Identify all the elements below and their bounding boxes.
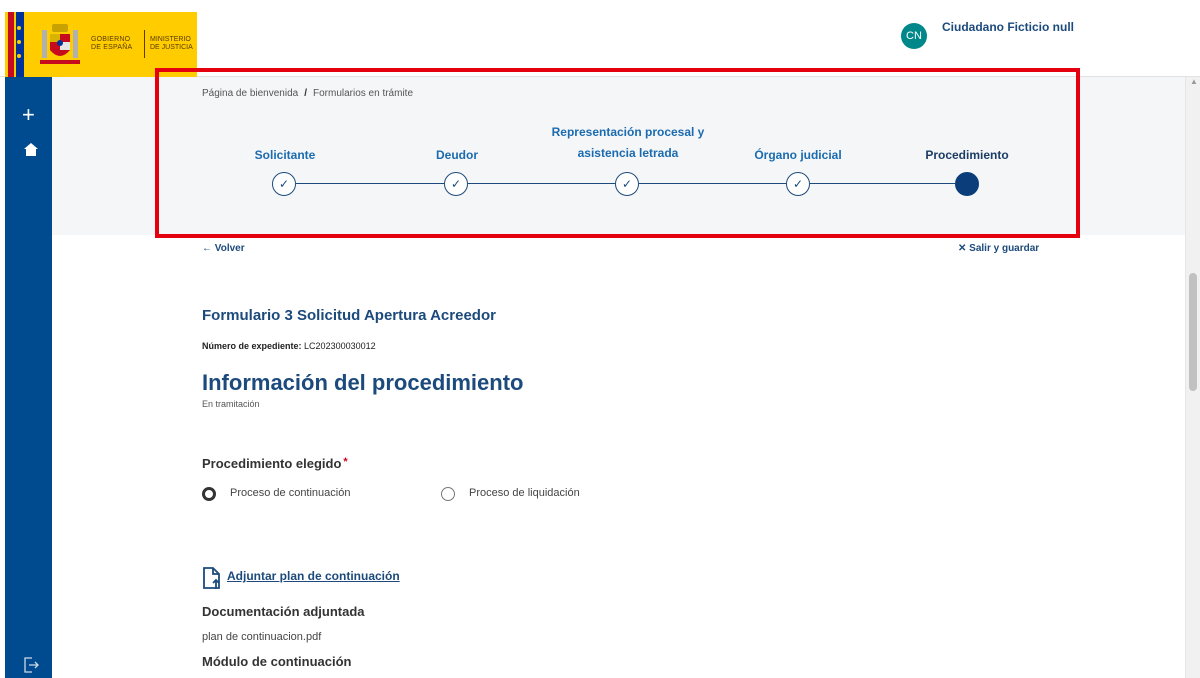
attached-file[interactable]: plan de continuacion.pdf — [202, 631, 321, 643]
flag-strip — [5, 12, 27, 77]
sidebar: + — [5, 77, 52, 678]
radio-unselected-icon[interactable] — [441, 487, 455, 501]
back-link[interactable]: ← Volver — [202, 243, 245, 254]
expediente-number: Número de expediente: LC202300030012 — [202, 341, 376, 351]
avatar[interactable]: CN — [901, 23, 927, 49]
radio-liquidacion[interactable]: Proceso de liquidación — [441, 486, 621, 502]
highlight-box — [155, 68, 1080, 238]
user-name[interactable]: Ciudadano Ficticio null — [942, 20, 1074, 34]
radio-selected-icon[interactable] — [202, 487, 216, 501]
scroll-up-icon[interactable]: ▲ — [1190, 77, 1198, 86]
coat-of-arms-icon — [40, 24, 80, 64]
ministry-text: MINISTERIO DE JUSTICIA — [150, 36, 193, 51]
vertical-scrollbar[interactable]: ▲ — [1185, 77, 1200, 678]
plus-icon[interactable]: + — [22, 104, 35, 126]
expediente-value: LC202300030012 — [304, 341, 376, 351]
logo-divider — [144, 30, 145, 58]
exit-and-save-link[interactable]: ✕ Salir y guardar — [958, 243, 1039, 254]
radio-liquidacion-label[interactable]: Proceso de liquidación — [469, 487, 580, 499]
top-header: GOBIERNO DE ESPAÑA MINISTERIO DE JUSTICI… — [0, 0, 1200, 77]
form-title: Formulario 3 Solicitud Apertura Acreedor — [202, 307, 496, 324]
file-upload-icon[interactable] — [202, 566, 222, 590]
documents-title: Documentación adjuntada — [202, 604, 365, 619]
scroll-thumb[interactable] — [1189, 273, 1197, 391]
home-icon[interactable] — [24, 143, 38, 156]
government-text: GOBIERNO DE ESPAÑA — [91, 36, 133, 51]
logout-icon[interactable] — [23, 657, 39, 673]
expediente-label: Número de expediente: — [202, 341, 302, 351]
radio-continuacion[interactable]: Proceso de continuación — [202, 486, 382, 502]
app-page: GOBIERNO DE ESPAÑA MINISTERIO DE JUSTICI… — [0, 0, 1200, 678]
procedure-label: Procedimiento elegido * — [202, 456, 348, 471]
procedure-label-text: Procedimiento elegido — [202, 456, 342, 471]
radio-continuacion-label[interactable]: Proceso de continuación — [230, 487, 350, 499]
section-title: Información del procedimiento — [202, 370, 524, 395]
attach-plan-label[interactable]: Adjuntar plan de continuación — [227, 569, 400, 583]
module-title: Módulo de continuación — [202, 654, 352, 669]
section-status: En tramitación — [202, 399, 260, 409]
required-mark: * — [343, 456, 348, 468]
